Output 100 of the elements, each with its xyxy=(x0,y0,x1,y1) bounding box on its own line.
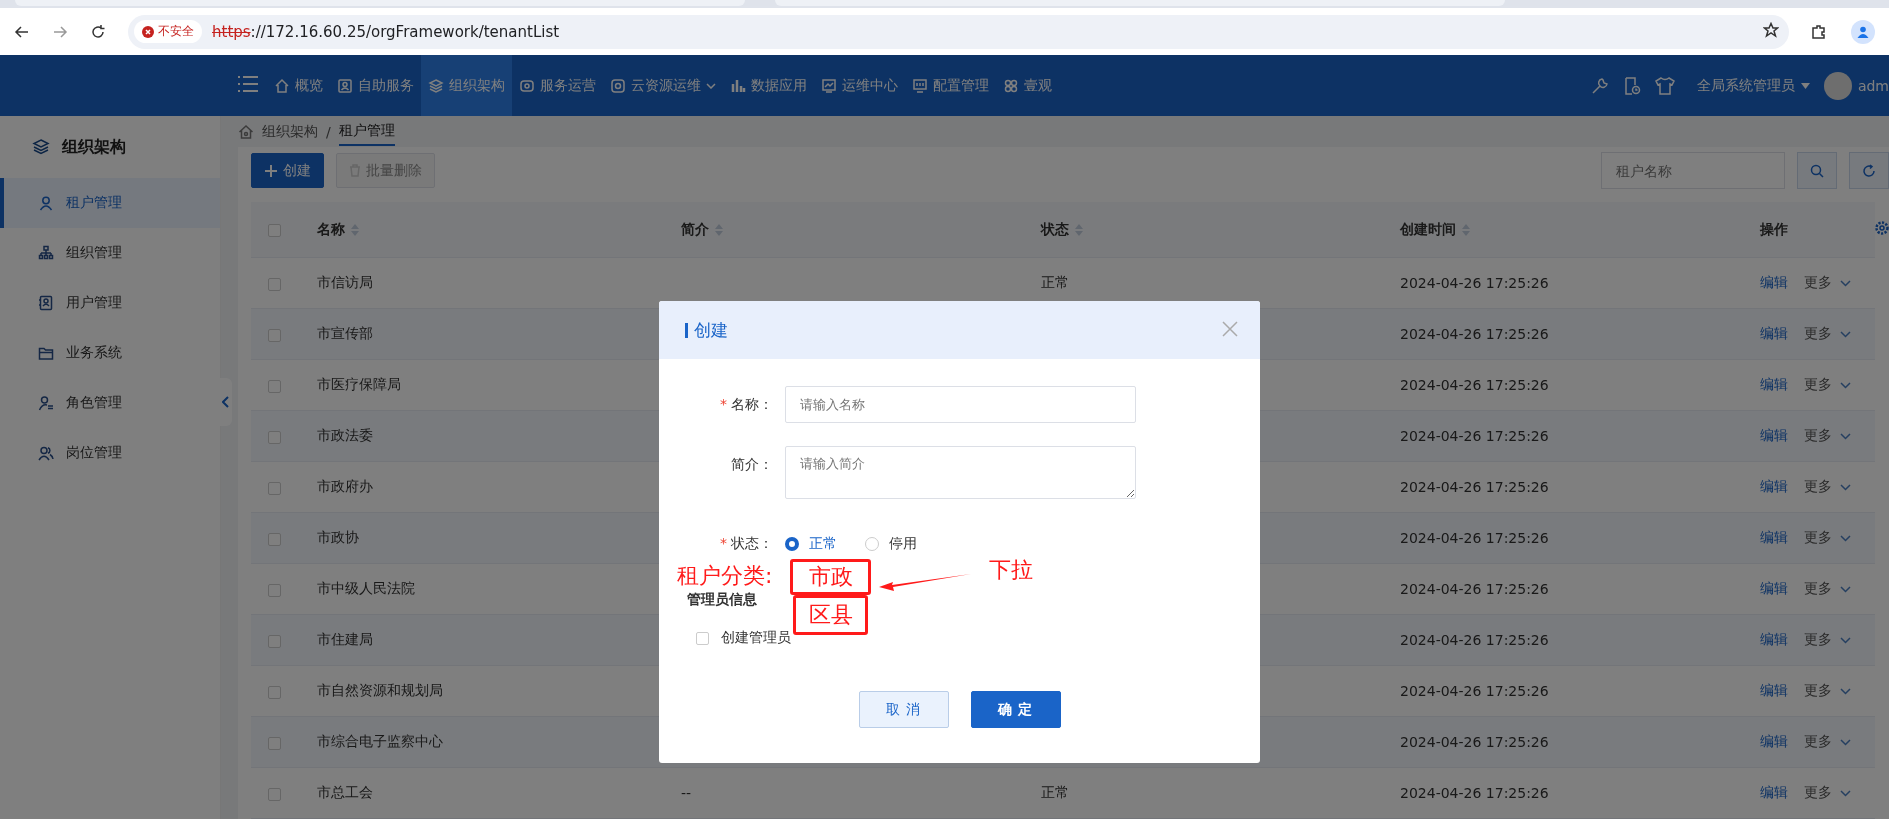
name-input[interactable]: 请输入名称 xyxy=(785,386,1136,423)
breadcrumb-item: 租户管理 xyxy=(338,117,395,146)
nav-tab[interactable]: 服务运营 xyxy=(512,55,603,116)
table-cell: 2024-04-26 17:25:26 xyxy=(1400,326,1549,342)
row-checkbox[interactable] xyxy=(268,634,281,648)
close-icon[interactable] xyxy=(1222,320,1238,337)
edit-link[interactable]: 编辑 xyxy=(1760,682,1788,698)
edit-link[interactable]: 编辑 xyxy=(1760,784,1788,800)
column-header[interactable]: 状态 xyxy=(1041,220,1069,239)
menu-icon[interactable] xyxy=(237,75,259,93)
sidebar-item[interactable]: 业务系统 xyxy=(0,328,220,378)
edit-link[interactable]: 编辑 xyxy=(1760,631,1788,647)
sidebar-item[interactable]: 角色管理 xyxy=(0,378,220,428)
sidebar-label: 业务系统 xyxy=(66,344,122,362)
column-header[interactable]: 名称 xyxy=(317,220,345,239)
more-dropdown[interactable]: 更多 xyxy=(1804,427,1851,445)
create-button[interactable]: 创建 xyxy=(251,153,324,188)
edit-link[interactable]: 编辑 xyxy=(1760,529,1788,545)
row-checkbox[interactable] xyxy=(268,328,281,342)
profile-icon[interactable] xyxy=(1851,19,1875,44)
table-cell: 2024-04-26 17:25:26 xyxy=(1400,530,1549,546)
nav-tab[interactable]: 壹观 xyxy=(996,55,1059,116)
row-checkbox[interactable] xyxy=(268,481,281,495)
shirt-icon[interactable] xyxy=(1654,76,1675,95)
edit-link[interactable]: 编辑 xyxy=(1760,325,1788,341)
nav-tab[interactable]: 配置管理 xyxy=(905,55,996,116)
more-dropdown[interactable]: 更多 xyxy=(1804,784,1851,802)
reload-icon[interactable] xyxy=(90,23,106,40)
more-dropdown[interactable]: 更多 xyxy=(1804,682,1851,700)
nav-label: 配置管理 xyxy=(933,76,989,95)
more-dropdown[interactable]: 更多 xyxy=(1804,325,1851,343)
row-checkbox[interactable] xyxy=(268,532,281,546)
more-dropdown[interactable]: 更多 xyxy=(1804,580,1851,598)
intro-textarea[interactable]: 请输入简介 xyxy=(785,446,1136,499)
nav-tab[interactable]: 组织架构 xyxy=(421,55,512,116)
nav-tab[interactable]: 自助服务 xyxy=(330,55,421,116)
sort-icon xyxy=(1075,223,1083,236)
field-label: 状态： xyxy=(731,535,773,551)
select-all-checkbox[interactable] xyxy=(268,224,281,237)
sidebar-item[interactable]: 租户管理 xyxy=(0,178,220,228)
breadcrumb-item[interactable]: 组织架构 xyxy=(262,122,318,141)
more-dropdown[interactable]: 更多 xyxy=(1804,631,1851,649)
sidebar-item[interactable]: 用户管理 xyxy=(0,278,220,328)
admin-checkbox[interactable] xyxy=(696,631,709,645)
more-dropdown[interactable]: 更多 xyxy=(1804,274,1851,292)
back-icon[interactable] xyxy=(14,23,30,40)
column-header[interactable]: 创建时间 xyxy=(1400,220,1456,239)
edit-link[interactable]: 编辑 xyxy=(1760,733,1788,749)
nav-label: 运维中心 xyxy=(842,76,898,95)
row-checkbox[interactable] xyxy=(268,787,281,801)
nav-tab[interactable]: 运维中心 xyxy=(814,55,905,116)
status-radio[interactable]: 正常 xyxy=(785,534,837,553)
warning-icon xyxy=(142,25,154,38)
table-cell: 市中级人民法院 xyxy=(317,580,415,596)
url-text: https://172.16.60.25/orgFramework/tenantList xyxy=(212,22,560,41)
row-checkbox[interactable] xyxy=(268,379,281,393)
row-checkbox[interactable] xyxy=(268,430,281,444)
edit-link[interactable]: 编辑 xyxy=(1760,274,1788,290)
field-label: 简介： xyxy=(731,456,773,472)
table-cell: 2024-04-26 17:25:26 xyxy=(1400,683,1549,699)
more-dropdown[interactable]: 更多 xyxy=(1804,529,1851,547)
edit-link[interactable]: 编辑 xyxy=(1760,478,1788,494)
puzzle-icon[interactable] xyxy=(1811,23,1827,40)
chevron-down-icon xyxy=(1840,687,1851,695)
refresh-icon xyxy=(1862,163,1876,178)
edit-link[interactable]: 编辑 xyxy=(1760,376,1788,392)
refresh-button[interactable] xyxy=(1849,152,1889,189)
nav-label: 云资源运维 xyxy=(631,76,701,95)
sidebar-item[interactable]: 岗位管理 xyxy=(0,428,220,478)
row-checkbox[interactable] xyxy=(268,736,281,750)
avatar-icon[interactable] xyxy=(1823,71,1852,100)
nav-tab[interactable]: 数据应用 xyxy=(723,55,814,116)
status-radio[interactable]: 停用 xyxy=(865,534,917,553)
address-bar[interactable]: 不安全 https://172.16.60.25/orgFramework/tenantList xyxy=(128,14,1789,49)
edit-link[interactable]: 编辑 xyxy=(1760,427,1788,443)
document-clock-icon[interactable] xyxy=(1622,76,1641,95)
row-checkbox[interactable] xyxy=(268,277,281,291)
column-header[interactable]: 简介 xyxy=(681,220,709,239)
search-button[interactable] xyxy=(1797,152,1837,189)
nav-tab[interactable]: 云资源运维 xyxy=(603,55,723,116)
collapse-handle[interactable] xyxy=(220,378,232,426)
table-cell: 市政府办 xyxy=(317,478,373,494)
search-field[interactable]: 租户名称 xyxy=(1601,152,1785,189)
security-badge[interactable]: 不安全 xyxy=(134,20,202,43)
chevron-down-icon xyxy=(1840,789,1851,797)
cancel-button[interactable]: 取 消 xyxy=(858,691,949,728)
confirm-button[interactable]: 确 定 xyxy=(970,691,1061,728)
nav-tab[interactable]: 概览 xyxy=(267,55,330,116)
star-icon[interactable] xyxy=(1763,22,1779,38)
more-dropdown[interactable]: 更多 xyxy=(1804,376,1851,394)
forward-icon[interactable] xyxy=(52,23,68,40)
caret-icon xyxy=(706,82,716,89)
dialog-title: 创建 xyxy=(694,318,728,342)
sidebar-item[interactable]: 组织管理 xyxy=(0,228,220,278)
row-checkbox[interactable] xyxy=(268,685,281,699)
more-dropdown[interactable]: 更多 xyxy=(1804,478,1851,496)
more-dropdown[interactable]: 更多 xyxy=(1804,733,1851,751)
row-checkbox[interactable] xyxy=(268,583,281,597)
edit-link[interactable]: 编辑 xyxy=(1760,580,1788,596)
wrench-icon[interactable] xyxy=(1590,76,1609,95)
